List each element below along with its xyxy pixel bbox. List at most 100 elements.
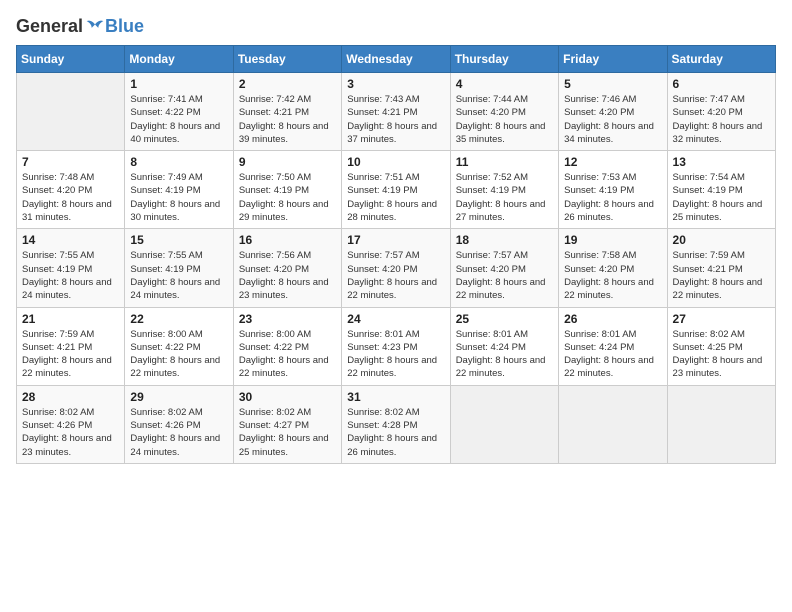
day-number: 27 xyxy=(673,312,770,326)
day-info: Sunrise: 7:59 AM Sunset: 4:21 PM Dayligh… xyxy=(22,328,119,381)
calendar-cell: 11 Sunrise: 7:52 AM Sunset: 4:19 PM Dayl… xyxy=(450,151,558,229)
day-info: Sunrise: 7:46 AM Sunset: 4:20 PM Dayligh… xyxy=(564,93,661,146)
calendar-body: 1 Sunrise: 7:41 AM Sunset: 4:22 PM Dayli… xyxy=(17,73,776,464)
calendar-cell: 18 Sunrise: 7:57 AM Sunset: 4:20 PM Dayl… xyxy=(450,229,558,307)
day-number: 23 xyxy=(239,312,336,326)
day-info: Sunrise: 7:57 AM Sunset: 4:20 PM Dayligh… xyxy=(456,249,553,302)
day-info: Sunrise: 7:49 AM Sunset: 4:19 PM Dayligh… xyxy=(130,171,227,224)
day-number: 28 xyxy=(22,390,119,404)
day-number: 25 xyxy=(456,312,553,326)
day-info: Sunrise: 7:54 AM Sunset: 4:19 PM Dayligh… xyxy=(673,171,770,224)
logo-general-text: General xyxy=(16,16,83,37)
day-number: 11 xyxy=(456,155,553,169)
calendar-cell: 24 Sunrise: 8:01 AM Sunset: 4:23 PM Dayl… xyxy=(342,307,450,385)
day-number: 16 xyxy=(239,233,336,247)
day-number: 20 xyxy=(673,233,770,247)
day-info: Sunrise: 8:01 AM Sunset: 4:24 PM Dayligh… xyxy=(456,328,553,381)
day-number: 26 xyxy=(564,312,661,326)
calendar-cell: 16 Sunrise: 7:56 AM Sunset: 4:20 PM Dayl… xyxy=(233,229,341,307)
day-number: 30 xyxy=(239,390,336,404)
day-info: Sunrise: 8:02 AM Sunset: 4:25 PM Dayligh… xyxy=(673,328,770,381)
day-number: 4 xyxy=(456,77,553,91)
day-header-wednesday: Wednesday xyxy=(342,46,450,73)
calendar-cell: 19 Sunrise: 7:58 AM Sunset: 4:20 PM Dayl… xyxy=(559,229,667,307)
day-header-monday: Monday xyxy=(125,46,233,73)
day-info: Sunrise: 8:00 AM Sunset: 4:22 PM Dayligh… xyxy=(130,328,227,381)
calendar-cell: 22 Sunrise: 8:00 AM Sunset: 4:22 PM Dayl… xyxy=(125,307,233,385)
day-number: 13 xyxy=(673,155,770,169)
day-number: 17 xyxy=(347,233,444,247)
calendar-cell: 13 Sunrise: 7:54 AM Sunset: 4:19 PM Dayl… xyxy=(667,151,775,229)
day-info: Sunrise: 7:47 AM Sunset: 4:20 PM Dayligh… xyxy=(673,93,770,146)
day-number: 2 xyxy=(239,77,336,91)
day-number: 21 xyxy=(22,312,119,326)
calendar-cell: 29 Sunrise: 8:02 AM Sunset: 4:26 PM Dayl… xyxy=(125,385,233,463)
calendar-cell xyxy=(667,385,775,463)
day-info: Sunrise: 7:58 AM Sunset: 4:20 PM Dayligh… xyxy=(564,249,661,302)
day-info: Sunrise: 8:02 AM Sunset: 4:26 PM Dayligh… xyxy=(130,406,227,459)
calendar-week-4: 21 Sunrise: 7:59 AM Sunset: 4:21 PM Dayl… xyxy=(17,307,776,385)
day-header-saturday: Saturday xyxy=(667,46,775,73)
calendar-cell xyxy=(559,385,667,463)
calendar-cell: 10 Sunrise: 7:51 AM Sunset: 4:19 PM Dayl… xyxy=(342,151,450,229)
calendar-cell: 25 Sunrise: 8:01 AM Sunset: 4:24 PM Dayl… xyxy=(450,307,558,385)
day-info: Sunrise: 8:01 AM Sunset: 4:24 PM Dayligh… xyxy=(564,328,661,381)
day-info: Sunrise: 7:55 AM Sunset: 4:19 PM Dayligh… xyxy=(130,249,227,302)
day-info: Sunrise: 7:52 AM Sunset: 4:19 PM Dayligh… xyxy=(456,171,553,224)
day-header-thursday: Thursday xyxy=(450,46,558,73)
calendar-cell: 20 Sunrise: 7:59 AM Sunset: 4:21 PM Dayl… xyxy=(667,229,775,307)
calendar-week-3: 14 Sunrise: 7:55 AM Sunset: 4:19 PM Dayl… xyxy=(17,229,776,307)
calendar-cell: 7 Sunrise: 7:48 AM Sunset: 4:20 PM Dayli… xyxy=(17,151,125,229)
calendar-cell: 31 Sunrise: 8:02 AM Sunset: 4:28 PM Dayl… xyxy=(342,385,450,463)
day-number: 12 xyxy=(564,155,661,169)
day-header-tuesday: Tuesday xyxy=(233,46,341,73)
day-info: Sunrise: 8:02 AM Sunset: 4:27 PM Dayligh… xyxy=(239,406,336,459)
day-info: Sunrise: 8:00 AM Sunset: 4:22 PM Dayligh… xyxy=(239,328,336,381)
calendar-cell xyxy=(17,73,125,151)
calendar-week-2: 7 Sunrise: 7:48 AM Sunset: 4:20 PM Dayli… xyxy=(17,151,776,229)
logo: General Blue xyxy=(16,16,144,37)
day-number: 3 xyxy=(347,77,444,91)
calendar-cell: 12 Sunrise: 7:53 AM Sunset: 4:19 PM Dayl… xyxy=(559,151,667,229)
day-number: 18 xyxy=(456,233,553,247)
day-info: Sunrise: 8:02 AM Sunset: 4:26 PM Dayligh… xyxy=(22,406,119,459)
day-info: Sunrise: 7:53 AM Sunset: 4:19 PM Dayligh… xyxy=(564,171,661,224)
day-number: 14 xyxy=(22,233,119,247)
calendar-cell: 9 Sunrise: 7:50 AM Sunset: 4:19 PM Dayli… xyxy=(233,151,341,229)
day-number: 19 xyxy=(564,233,661,247)
day-number: 31 xyxy=(347,390,444,404)
calendar-cell: 26 Sunrise: 8:01 AM Sunset: 4:24 PM Dayl… xyxy=(559,307,667,385)
day-info: Sunrise: 7:48 AM Sunset: 4:20 PM Dayligh… xyxy=(22,171,119,224)
calendar-cell: 3 Sunrise: 7:43 AM Sunset: 4:21 PM Dayli… xyxy=(342,73,450,151)
calendar-cell: 8 Sunrise: 7:49 AM Sunset: 4:19 PM Dayli… xyxy=(125,151,233,229)
day-number: 22 xyxy=(130,312,227,326)
day-number: 7 xyxy=(22,155,119,169)
day-number: 8 xyxy=(130,155,227,169)
day-info: Sunrise: 7:59 AM Sunset: 4:21 PM Dayligh… xyxy=(673,249,770,302)
day-info: Sunrise: 8:02 AM Sunset: 4:28 PM Dayligh… xyxy=(347,406,444,459)
calendar-cell: 5 Sunrise: 7:46 AM Sunset: 4:20 PM Dayli… xyxy=(559,73,667,151)
calendar-cell: 27 Sunrise: 8:02 AM Sunset: 4:25 PM Dayl… xyxy=(667,307,775,385)
calendar-cell: 1 Sunrise: 7:41 AM Sunset: 4:22 PM Dayli… xyxy=(125,73,233,151)
day-info: Sunrise: 7:42 AM Sunset: 4:21 PM Dayligh… xyxy=(239,93,336,146)
calendar-cell: 4 Sunrise: 7:44 AM Sunset: 4:20 PM Dayli… xyxy=(450,73,558,151)
day-info: Sunrise: 7:41 AM Sunset: 4:22 PM Dayligh… xyxy=(130,93,227,146)
day-number: 9 xyxy=(239,155,336,169)
calendar-cell: 17 Sunrise: 7:57 AM Sunset: 4:20 PM Dayl… xyxy=(342,229,450,307)
day-number: 1 xyxy=(130,77,227,91)
calendar-table: SundayMondayTuesdayWednesdayThursdayFrid… xyxy=(16,45,776,464)
day-number: 6 xyxy=(673,77,770,91)
day-info: Sunrise: 7:55 AM Sunset: 4:19 PM Dayligh… xyxy=(22,249,119,302)
calendar-header-row: SundayMondayTuesdayWednesdayThursdayFrid… xyxy=(17,46,776,73)
day-header-sunday: Sunday xyxy=(17,46,125,73)
day-header-friday: Friday xyxy=(559,46,667,73)
calendar-cell: 23 Sunrise: 8:00 AM Sunset: 4:22 PM Dayl… xyxy=(233,307,341,385)
day-info: Sunrise: 7:51 AM Sunset: 4:19 PM Dayligh… xyxy=(347,171,444,224)
calendar-week-5: 28 Sunrise: 8:02 AM Sunset: 4:26 PM Dayl… xyxy=(17,385,776,463)
day-info: Sunrise: 7:56 AM Sunset: 4:20 PM Dayligh… xyxy=(239,249,336,302)
day-info: Sunrise: 8:01 AM Sunset: 4:23 PM Dayligh… xyxy=(347,328,444,381)
calendar-cell: 15 Sunrise: 7:55 AM Sunset: 4:19 PM Dayl… xyxy=(125,229,233,307)
calendar-cell: 21 Sunrise: 7:59 AM Sunset: 4:21 PM Dayl… xyxy=(17,307,125,385)
calendar-cell: 28 Sunrise: 8:02 AM Sunset: 4:26 PM Dayl… xyxy=(17,385,125,463)
day-info: Sunrise: 7:50 AM Sunset: 4:19 PM Dayligh… xyxy=(239,171,336,224)
